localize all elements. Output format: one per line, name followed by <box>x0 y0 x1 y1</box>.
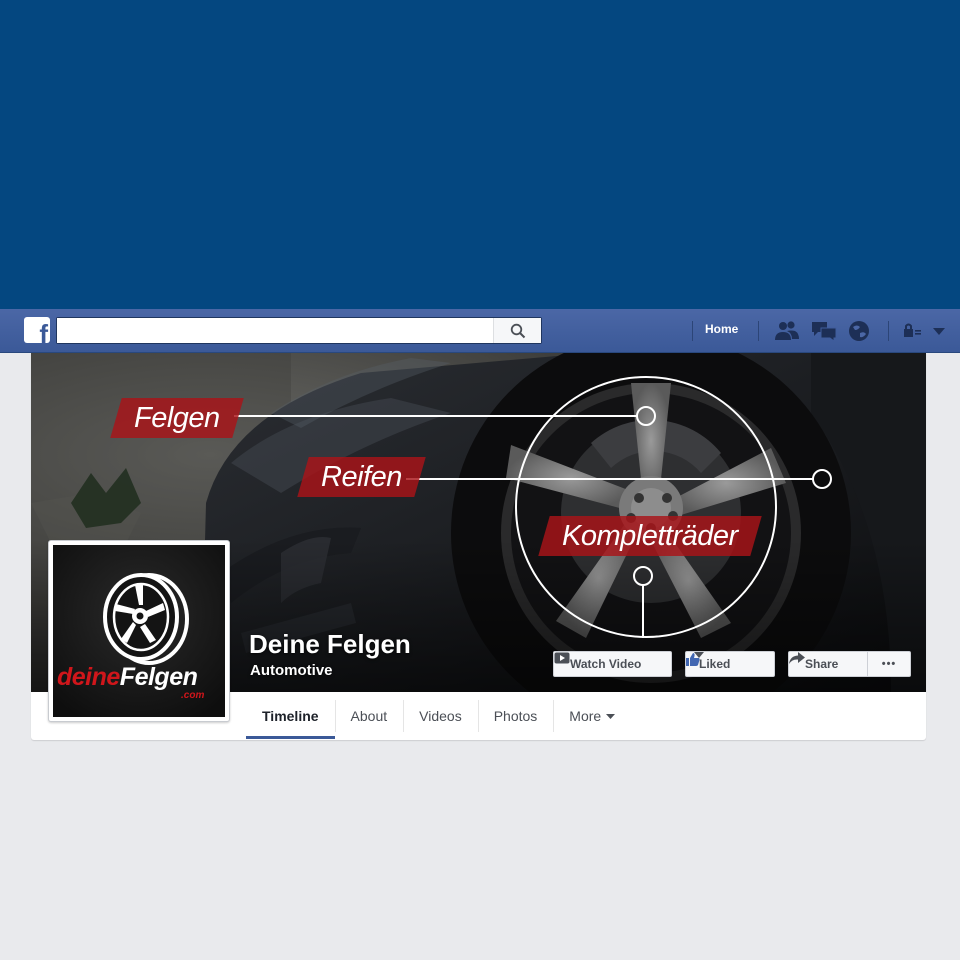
search-icon <box>510 323 525 338</box>
tab-about[interactable]: About <box>334 692 404 740</box>
facebook-logo-icon[interactable]: f <box>24 317 50 343</box>
notifications-globe-icon[interactable] <box>846 318 872 344</box>
chevron-down-icon <box>606 713 616 719</box>
page-logo: deineFelgen .com <box>53 545 225 717</box>
liked-dropdown-caret-icon <box>694 652 704 658</box>
watch-video-button[interactable]: Watch Video <box>553 651 672 677</box>
cover-tag-reifen: Reifen <box>303 457 420 497</box>
home-link[interactable]: Home <box>705 322 738 336</box>
privacy-lock-icon[interactable] <box>899 318 925 344</box>
cover-tag-komplettraeder: Kompletträder <box>544 516 756 556</box>
tab-videos[interactable]: Videos <box>403 692 478 740</box>
search-button[interactable] <box>493 318 541 343</box>
tab-photos[interactable]: Photos <box>477 692 554 740</box>
bar-divider <box>692 321 693 341</box>
top-blue-banner <box>0 0 960 309</box>
search-box <box>56 317 542 344</box>
share-arrow-icon <box>789 652 805 664</box>
more-options-button[interactable]: ••• <box>867 651 911 677</box>
page-category[interactable]: Automotive <box>250 662 333 679</box>
cover-tag-felgen: Felgen <box>116 398 238 438</box>
bar-divider <box>888 321 889 341</box>
profile-picture[interactable]: deineFelgen .com <box>48 540 230 722</box>
logo-wordmark: deineFelgen <box>57 663 198 691</box>
bar-divider <box>758 321 759 341</box>
account-menu-caret-icon[interactable] <box>926 318 952 344</box>
share-button[interactable]: Share <box>788 651 868 677</box>
tab-more-label: More <box>569 708 602 724</box>
page-tabs: Timeline About Videos Photos More <box>246 692 631 740</box>
search-input[interactable] <box>57 318 493 343</box>
friends-icon[interactable] <box>774 318 800 344</box>
tab-timeline[interactable]: Timeline <box>246 692 335 740</box>
facebook-top-bar: f Home <box>0 309 960 353</box>
page-title[interactable]: Deine Felgen <box>249 629 411 660</box>
logo-domain: .com <box>181 690 205 701</box>
video-play-icon <box>554 652 570 664</box>
tab-more[interactable]: More <box>553 692 631 740</box>
more-dots-icon: ••• <box>881 658 897 670</box>
liked-button[interactable]: Liked <box>685 651 775 677</box>
messages-icon[interactable] <box>811 318 837 344</box>
